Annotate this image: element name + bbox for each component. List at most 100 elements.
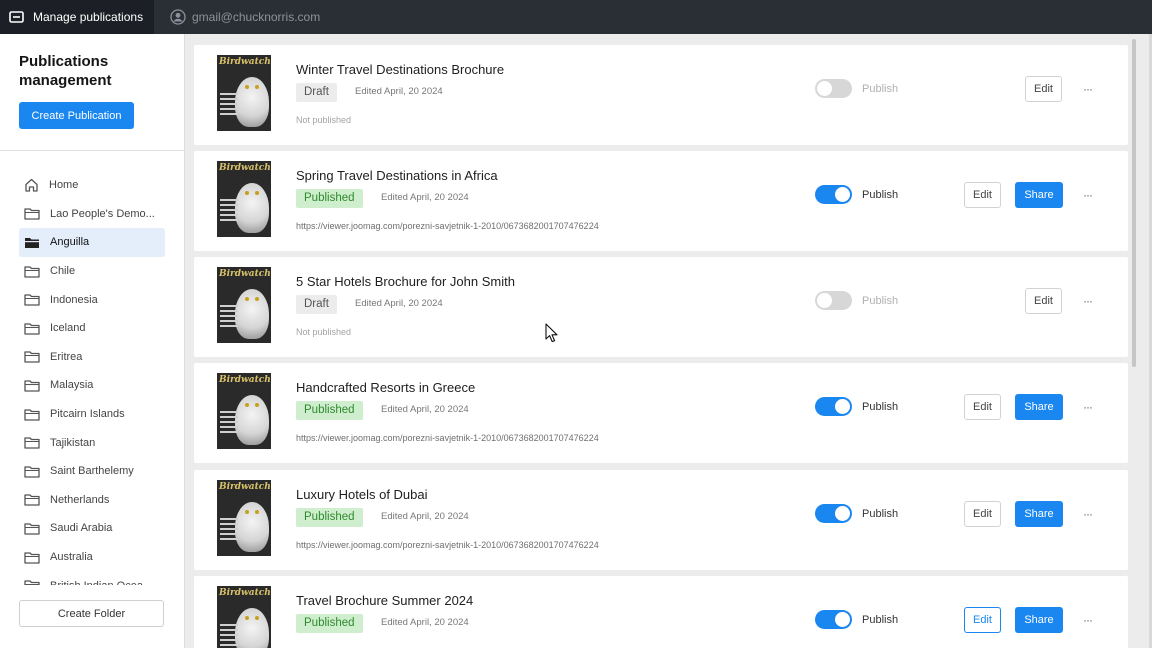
publish-toggle[interactable] <box>815 610 852 629</box>
sidebar-item[interactable]: Malaysia <box>19 371 165 400</box>
publish-toggle-label: Publish <box>862 83 899 95</box>
sidebar-item-label: Anguilla <box>50 236 90 249</box>
sidebar-item[interactable]: Iceland <box>19 314 165 343</box>
cover-masthead: Birdwatcher <box>219 269 271 279</box>
sidebar-item[interactable]: Anguilla <box>19 228 165 257</box>
sidebar-item-label: Pitcairn Islands <box>50 408 125 421</box>
publication-url[interactable]: https://viewer.joomag.com/porezni-savjet… <box>296 433 599 443</box>
cover-owl-image <box>235 289 269 339</box>
sidebar-item[interactable]: Pitcairn Islands <box>19 400 165 429</box>
sidebar-item-label: Malaysia <box>50 379 94 392</box>
publication-url[interactable]: https://viewer.joomag.com/porezni-savjet… <box>296 540 599 550</box>
publish-toggle[interactable] <box>815 397 852 416</box>
cover-text-line <box>220 113 238 115</box>
create-folder-button[interactable]: Create Folder <box>19 600 164 627</box>
edit-button[interactable]: Edit <box>964 394 1001 420</box>
publish-status-text: Not published <box>296 327 352 337</box>
cover-masthead: Birdwatcher <box>219 375 271 385</box>
publication-title[interactable]: Travel Brochure Summer 2024 <box>296 593 473 608</box>
publication-title[interactable]: Luxury Hotels of Dubai <box>296 487 428 502</box>
share-button[interactable]: Share <box>1015 501 1063 527</box>
publication-title[interactable]: Winter Travel Destinations Brochure <box>296 62 504 77</box>
publication-card: Birdwatcher Handcrafted Resorts in Greece… <box>194 363 1128 463</box>
publish-toggle-label: Publish <box>862 295 899 307</box>
share-button[interactable]: Share <box>1015 607 1063 633</box>
share-button[interactable]: Share <box>1015 394 1063 420</box>
folder-icon <box>24 408 50 421</box>
publication-cover-thumbnail[interactable]: Birdwatcher <box>217 373 271 449</box>
publication-title[interactable]: Spring Travel Destinations in Africa <box>296 168 498 183</box>
edit-button[interactable]: Edit <box>964 182 1001 208</box>
toggle-knob <box>817 81 832 96</box>
publish-toggle[interactable] <box>815 504 852 523</box>
sidebar-item[interactable]: Indonesia <box>19 285 165 314</box>
edit-button[interactable]: Edit <box>1025 76 1062 102</box>
cover-text-line <box>220 204 238 206</box>
more-options-icon[interactable]: ··· <box>1083 613 1093 627</box>
folder-icon <box>24 551 50 564</box>
edited-date: Edited April, 20 2024 <box>381 192 469 203</box>
cover-text-line <box>220 431 238 433</box>
cover-text-line <box>220 538 238 540</box>
publication-url[interactable]: https://viewer.joomag.com/porezni-savjet… <box>296 221 599 231</box>
sidebar-item[interactable]: Netherlands <box>19 486 165 515</box>
user-account[interactable]: gmail@chucknorris.com <box>170 9 320 25</box>
more-options-icon[interactable]: ··· <box>1083 188 1093 202</box>
home-icon <box>24 178 49 192</box>
edit-button[interactable]: Edit <box>964 501 1001 527</box>
sidebar-item[interactable]: British Indian Ocea <box>19 571 165 585</box>
sidebar-item-label: Netherlands <box>50 493 110 506</box>
edit-button[interactable]: Edit <box>964 607 1001 633</box>
more-options-icon[interactable]: ··· <box>1083 400 1093 414</box>
app-tab[interactable]: Manage publications <box>0 0 154 34</box>
more-options-icon[interactable]: ··· <box>1083 294 1093 308</box>
more-options-icon[interactable]: ··· <box>1083 507 1093 521</box>
cover-text-line <box>220 209 238 211</box>
publication-cover-thumbnail[interactable]: Birdwatcher <box>217 480 271 556</box>
publish-toggle[interactable] <box>815 291 852 310</box>
cover-text-line <box>220 644 238 646</box>
more-options-icon[interactable]: ··· <box>1083 82 1093 96</box>
edit-button[interactable]: Edit <box>1025 288 1062 314</box>
publication-cover-thumbnail[interactable]: Birdwatcher <box>217 586 271 648</box>
cover-text-line <box>220 411 238 413</box>
publication-cover-thumbnail[interactable]: Birdwatcher <box>217 55 271 131</box>
sidebar-item-label: Australia <box>50 551 93 564</box>
cover-text-line <box>220 629 238 631</box>
publish-toggle[interactable] <box>815 185 852 204</box>
cover-text-line <box>220 426 238 428</box>
publication-cover-thumbnail[interactable]: Birdwatcher <box>217 161 271 237</box>
cover-masthead: Birdwatcher <box>219 163 271 173</box>
cover-text-line <box>220 528 238 530</box>
folder-icon <box>24 379 50 392</box>
folder-nav: Home Lao People's Demo... Anguilla Chile Ind… <box>19 171 179 585</box>
cover-text-line <box>220 518 238 520</box>
sidebar-item-label: Saint Barthelemy <box>50 465 134 478</box>
sidebar-item-label: Chile <box>50 265 76 278</box>
cover-text-line <box>220 199 238 201</box>
scrollbar-thumb[interactable] <box>1132 39 1136 367</box>
publish-toggle[interactable] <box>815 79 852 98</box>
sidebar-item[interactable]: Saudi Arabia <box>19 514 165 543</box>
status-badge: Published <box>296 401 363 420</box>
share-button[interactable]: Share <box>1015 182 1063 208</box>
publish-toggle-label: Publish <box>862 614 899 626</box>
sidebar-item[interactable]: Tajikistan <box>19 428 165 457</box>
sidebar-item[interactable]: Saint Barthelemy <box>19 457 165 486</box>
sidebar-item-label: Tajikistan <box>50 436 96 449</box>
create-publication-button[interactable]: Create Publication <box>19 102 134 129</box>
sidebar-item[interactable]: Lao People's Demo... <box>19 200 165 229</box>
sidebar-item[interactable]: Eritrea <box>19 343 165 372</box>
publication-title[interactable]: Handcrafted Resorts in Greece <box>296 380 475 395</box>
publication-cover-thumbnail[interactable]: Birdwatcher <box>217 267 271 343</box>
publication-title[interactable]: 5 Star Hotels Brochure for John Smith <box>296 274 515 289</box>
sidebar-item[interactable]: Home <box>19 171 165 200</box>
toggle-knob <box>835 506 850 521</box>
status-badge: Draft <box>296 83 337 102</box>
cover-text-line <box>220 98 238 100</box>
cover-owl-eye <box>245 297 249 301</box>
cover-owl-eye <box>255 403 259 407</box>
sidebar-item[interactable]: Australia <box>19 543 165 572</box>
cover-text-line <box>220 310 238 312</box>
sidebar-item[interactable]: Chile <box>19 257 165 286</box>
